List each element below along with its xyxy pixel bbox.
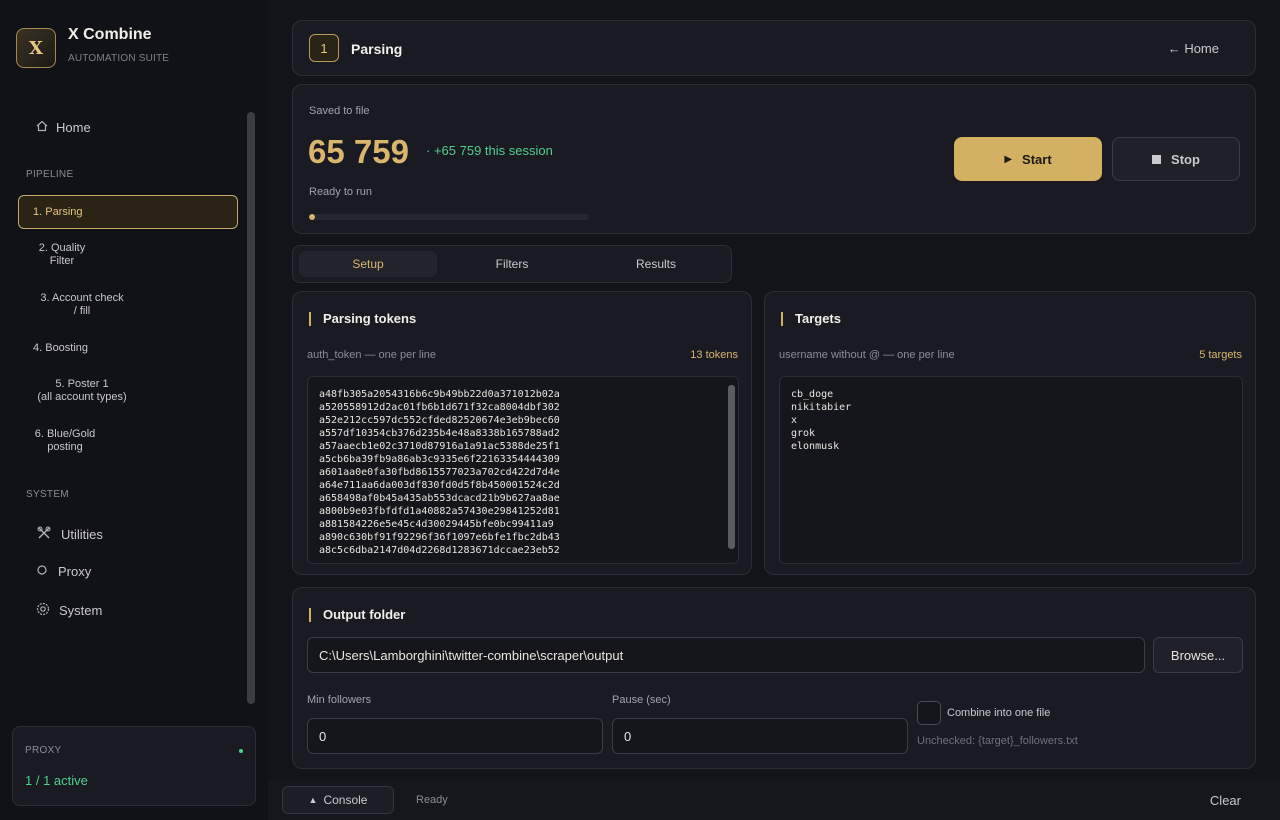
caret-up-icon: ▲ [308,795,318,805]
sidebar-step-label: 1. Parsing [33,205,83,218]
system-section-label: SYSTEM [26,489,69,500]
targets-panel: Targets username without @ — one per lin… [764,291,1256,575]
run-stats-panel: Saved to file 65 759 · +65 759 this sess… [292,84,1256,234]
targets-title: Targets [781,312,841,326]
tokens-textarea[interactable]: a48fb305a2054316b6c9b49bb22d0a371012b02a… [307,376,739,564]
stop-icon [1152,154,1162,164]
home-icon [34,120,50,135]
tab-setup[interactable]: Setup [299,251,437,277]
home-link[interactable]: ← Home [1168,41,1219,56]
gear-icon [35,602,51,619]
play-icon: ▶ [1004,153,1013,165]
sidebar-step-label: 3. Account check / fill [40,292,124,317]
saved-count: 65 759 [308,133,409,170]
sidebar-item-system[interactable]: System [35,602,102,619]
console-label: Console [323,793,368,807]
output-title: Output folder [309,608,405,622]
browse-button[interactable]: Browse... [1153,637,1243,673]
app-title: X Combine [68,26,152,43]
pause-value: 0 [624,728,632,744]
tokens-count: 13 tokens [690,349,738,361]
targets-count: 5 targets [1199,349,1242,361]
sidebar-step-account-check[interactable]: 3. Account check / fill [32,292,132,318]
sidebar-item-label: Home [56,120,91,135]
clear-button[interactable]: Clear [1210,793,1241,808]
session-count: · +65 759 this session [426,143,553,158]
proxy-status-value: 1 / 1 active [25,773,88,788]
output-path-value: C:\Users\Lamborghini\twitter-combine\scr… [319,647,624,663]
targets-hint: username without @ — one per line [779,349,955,361]
sidebar-step-poster-1[interactable]: 5. Poster 1 (all account types) [32,378,132,404]
page-title: Parsing [351,41,403,57]
app-logo: X [16,28,56,68]
proxy-status-label: PROXY [25,745,62,756]
sidebar-step-label: 5. Poster 1 (all account types) [37,378,127,403]
sidebar-step-parsing[interactable]: 1. Parsing [18,195,238,229]
pipeline-section-label: PIPELINE [26,169,74,180]
pause-input[interactable]: 0 [612,718,908,754]
sidebar-step-boosting[interactable]: 4. Boosting [33,342,113,355]
tokens-title: Parsing tokens [309,312,416,326]
tools-icon [36,526,52,543]
start-label: Start [1022,151,1052,167]
tokens-scrollbar[interactable] [728,385,735,549]
sidebar-item-utilities[interactable]: Utilities [36,526,103,543]
output-panel: Output folder C:\Users\Lamborghini\twitt… [292,587,1256,769]
saved-label: Saved to file [309,105,370,117]
tab-filters[interactable]: Filters [443,251,581,277]
sidebar-step-quality-filter[interactable]: 2. Quality Filter [32,242,92,268]
stop-label: Stop [1171,151,1200,167]
tokens-hint: auth_token — one per line [307,349,437,361]
sidebar: X X Combine AUTOMATION SUITE Home PIPELI… [0,0,268,820]
sidebar-item-label: System [59,603,103,618]
pause-label: Pause (sec) [612,694,671,706]
sidebar-step-blue-gold[interactable]: 6. Blue/Gold posting [32,428,98,454]
sidebar-step-label: 4. Boosting [33,342,89,354]
step-number-badge: 1 [309,34,339,62]
targets-text: cb_doge nikitabier x grok elonmusk [791,389,852,452]
brand: X X Combine AUTOMATION SUITE [16,26,170,68]
sidebar-item-label: Utilities [61,527,103,542]
sidebar-scrollbar[interactable] [247,112,255,704]
app-subtitle: AUTOMATION SUITE [68,53,170,64]
proxy-status-dot [239,749,243,753]
min-followers-input[interactable]: 0 [307,718,603,754]
targets-textarea[interactable]: cb_doge nikitabier x grok elonmusk [779,376,1243,564]
progress-fill [309,214,315,220]
sidebar-step-label: 6. Blue/Gold posting [34,428,96,453]
start-button[interactable]: ▶ Start [954,137,1102,181]
console-toggle-button[interactable]: ▲ Console [282,786,394,814]
bottom-bar: ▲ Console Ready Clear [268,780,1280,820]
tab-bar: Setup Filters Results [292,245,732,283]
sidebar-item-label: Proxy [58,564,92,579]
sidebar-item-proxy[interactable]: Proxy [34,564,91,579]
stop-button[interactable]: Stop [1112,137,1240,181]
tokens-text: a48fb305a2054316b6c9b49bb22d0a371012b02a… [319,389,560,556]
output-path-input[interactable]: C:\Users\Lamborghini\twitter-combine\scr… [307,637,1145,673]
progress-bar [309,214,589,220]
tab-results[interactable]: Results [587,251,725,277]
proxy-status-card: PROXY 1 / 1 active [12,726,256,806]
run-status: Ready to run [309,186,372,198]
page-header: 1 Parsing ← Home [292,20,1256,76]
combine-hint: Unchecked: {target}_followers.txt [917,735,1078,747]
combine-checkbox[interactable] [917,701,941,725]
status-text: Ready [416,794,448,806]
combine-label: Combine into one file [947,707,1051,719]
circle-icon [34,564,50,579]
sidebar-item-home[interactable]: Home [34,120,91,135]
min-followers-label: Min followers [307,694,372,706]
sidebar-scrollbar-thumb[interactable] [247,112,255,704]
min-followers-value: 0 [319,728,327,744]
parsing-tokens-panel: Parsing tokens auth_token — one per line… [292,291,752,575]
sidebar-step-label: 2. Quality Filter [38,242,86,267]
